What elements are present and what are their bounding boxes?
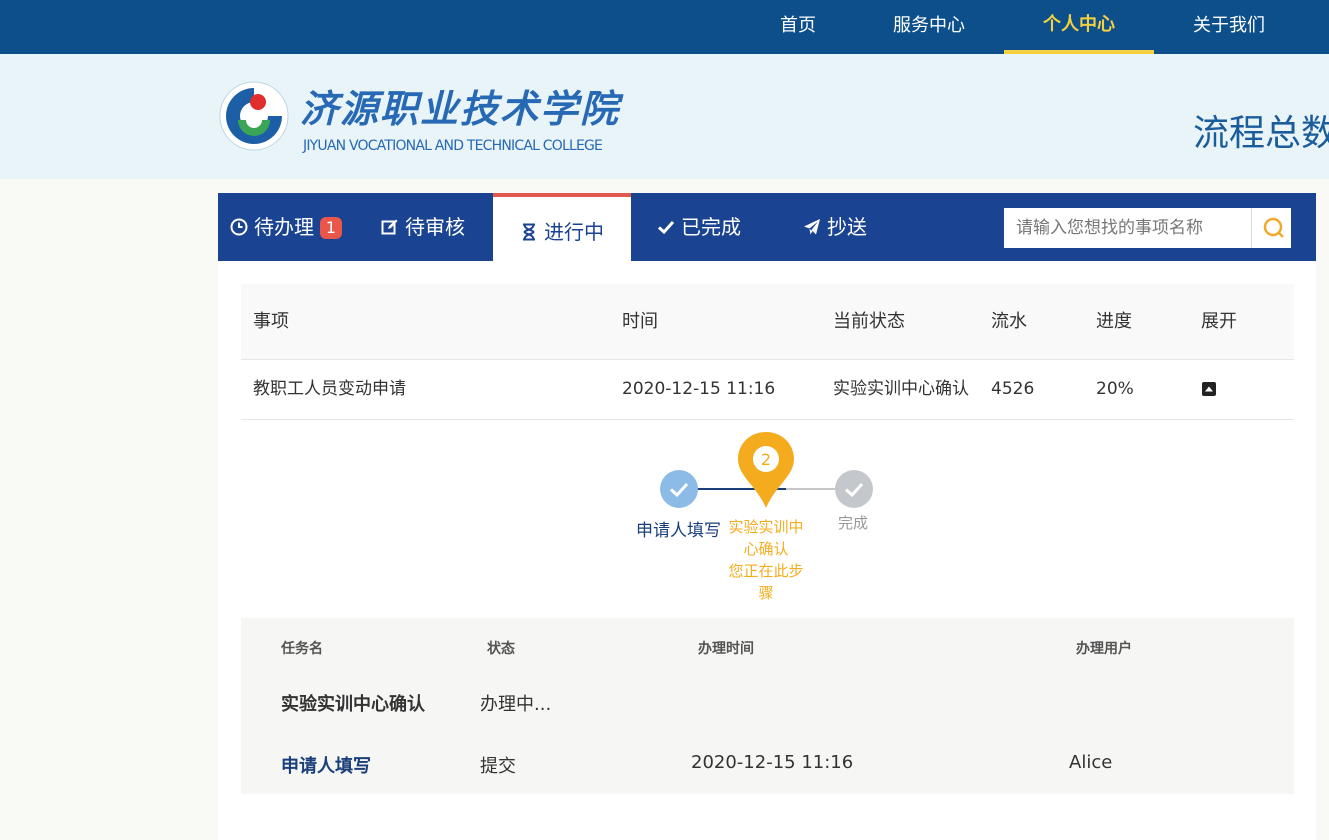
tab-review[interactable]: 待审核 <box>381 193 465 261</box>
top-nav: 首页 服务中心 个人中心 关于我们 <box>0 0 1329 54</box>
task-row-1-name: 实验实训中心确认 <box>281 694 425 715</box>
tab-done-label: 已完成 <box>681 215 741 239</box>
tab-pending-label: 待办理 <box>254 215 314 239</box>
search-icon <box>1263 217 1284 238</box>
step-1-label: 申请人填写 <box>636 521 721 541</box>
school-logo <box>219 81 289 151</box>
nav-item-personal-center[interactable]: 个人中心 <box>1004 0 1154 54</box>
tab-done[interactable]: 已完成 <box>657 193 741 261</box>
tab-bar: 待办理 1 待审核 进行中 已完成 抄送 <box>218 193 1316 261</box>
search-input[interactable] <box>1004 208 1252 248</box>
search-box <box>1004 208 1291 248</box>
header-status: 当前状态 <box>833 311 905 332</box>
school-name-en: JIYUAN VOCATIONAL AND TECHNICAL COLLEGE <box>303 138 603 154</box>
tab-in-progress-label: 进行中 <box>544 220 604 244</box>
row-item: 教职工人员变动申请 <box>253 379 406 399</box>
step-3-pending-marker <box>835 470 873 508</box>
step-2-current-marker: 2 <box>738 432 794 508</box>
check-icon <box>669 482 689 498</box>
step-2-number: 2 <box>761 450 771 469</box>
search-button[interactable] <box>1256 208 1291 248</box>
clock-icon <box>230 218 248 236</box>
task-row-1-status: 办理中... <box>480 694 552 715</box>
header-expand: 展开 <box>1201 311 1237 332</box>
task-row-2-name-link[interactable]: 申请人填写 <box>281 752 371 778</box>
task-header-name: 任务名 <box>281 641 323 657</box>
tab-cc-label: 抄送 <box>827 215 867 239</box>
step-3-label: 完成 <box>838 514 869 532</box>
main-panel: 待办理 1 待审核 进行中 已完成 抄送 请输入您想找的事项名称 事项 时间 当… <box>218 193 1316 840</box>
task-header-user: 办理用户 <box>1076 641 1132 657</box>
task-row-2-user: Alice <box>1069 752 1113 773</box>
check-icon <box>844 482 864 498</box>
collapse-toggle-icon[interactable] <box>1201 381 1217 397</box>
tab-cc[interactable]: 抄送 <box>803 193 867 261</box>
task-header-time: 办理时间 <box>698 641 754 657</box>
task-row-2-time: 2020-12-15 11:16 <box>691 752 854 773</box>
step-2-label: 实验实训中心确认 <box>728 518 804 558</box>
header-band: 济源职业技术学院 JIYUAN VOCATIONAL AND TECHNICAL… <box>0 54 1329 179</box>
tab-pending[interactable]: 待办理 1 <box>230 193 342 261</box>
nav-item-service-center[interactable]: 服务中心 <box>874 0 984 54</box>
row-time: 2020-12-15 11:16 <box>622 379 776 399</box>
pending-count-badge: 1 <box>320 217 342 239</box>
task-row-2-status: 提交 <box>480 756 516 777</box>
task-header-status: 状态 <box>487 641 515 657</box>
row-progress: 20% <box>1096 379 1134 399</box>
check-icon <box>657 220 675 235</box>
paper-plane-icon <box>804 219 820 235</box>
header-time: 时间 <box>622 311 658 332</box>
step-2-label-group: 实验实训中心确认 您正在此步骤 <box>723 516 809 604</box>
header-item: 事项 <box>253 311 289 332</box>
table-header: 事项 时间 当前状态 流水 进度 展开 <box>241 284 1294 360</box>
table-row[interactable]: 教职工人员变动申请 2020-12-15 11:16 实验实训中心确认 4526… <box>241 360 1294 420</box>
hourglass-icon <box>523 223 535 241</box>
edit-icon <box>381 219 398 235</box>
header-progress: 进度 <box>1096 311 1132 332</box>
tab-in-progress[interactable]: 进行中 <box>493 193 631 261</box>
task-detail-table: 任务名 状态 办理时间 办理用户 实验实训中心确认 办理中... 申请人填写 提… <box>241 618 1294 794</box>
nav-item-about-us[interactable]: 关于我们 <box>1174 0 1284 54</box>
step-2-current-note: 您正在此步骤 <box>728 562 804 602</box>
school-name-cn: 济源职业技术学院 <box>300 86 621 131</box>
step-1-done-marker <box>660 470 698 508</box>
nav-item-home[interactable]: 首页 <box>760 0 836 54</box>
header-serial: 流水 <box>991 311 1027 332</box>
tab-review-label: 待审核 <box>405 215 465 239</box>
flow-total-label: 流程总数 <box>1193 113 1329 154</box>
row-serial: 4526 <box>991 379 1035 399</box>
row-status: 实验实训中心确认 <box>833 379 969 399</box>
